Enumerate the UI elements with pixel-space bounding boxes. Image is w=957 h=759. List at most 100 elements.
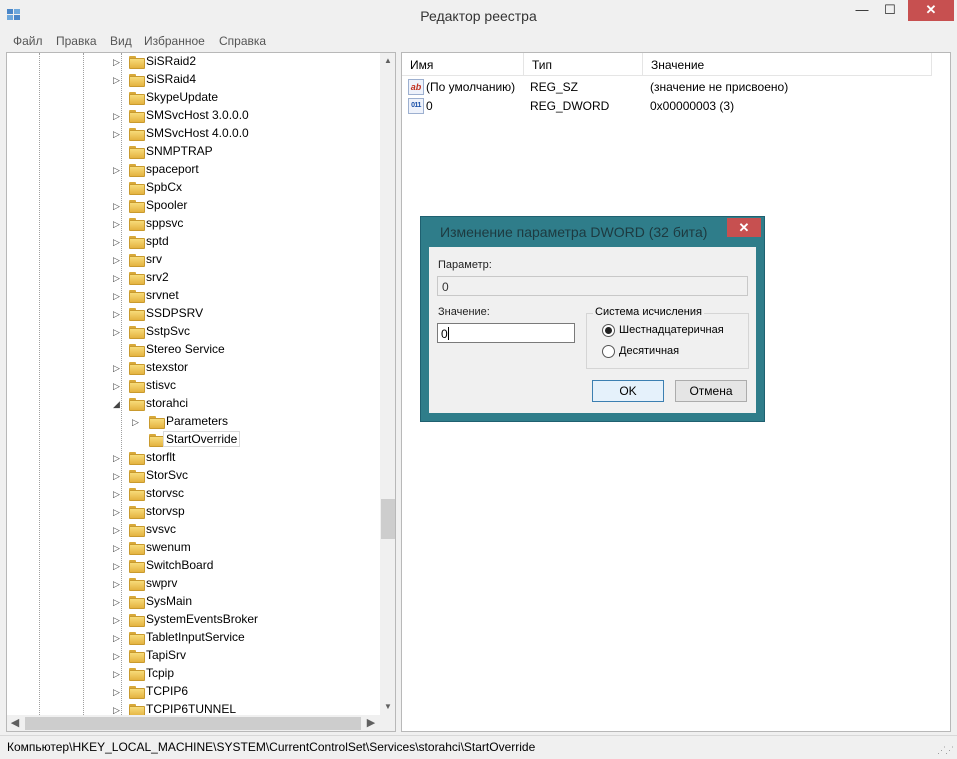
tree-item-label[interactable]: StartOverride <box>162 431 241 447</box>
value-row[interactable]: ab (По умолчанию) REG_SZ (значение не присв… <box>402 78 950 97</box>
expand-arrow-icon[interactable]: ▷ <box>113 634 122 643</box>
tree-item[interactable]: ▷ StorSvc <box>7 467 379 485</box>
expand-arrow-icon[interactable]: ▷ <box>113 328 122 337</box>
tree-item[interactable]: ▷ stisvc <box>7 377 379 395</box>
tree-item-label[interactable]: SMSvcHost 3.0.0.0 <box>144 108 251 122</box>
tree-item[interactable]: ▷ TabletInputService <box>7 629 379 647</box>
radio-button-checked-icon[interactable] <box>602 324 615 337</box>
tree-item[interactable]: ▷ SstpSvc <box>7 323 379 341</box>
expand-arrow-icon[interactable]: ▷ <box>113 616 122 625</box>
tree-item-label[interactable]: SysMain <box>144 594 194 608</box>
tree-item-label[interactable]: sptd <box>144 234 171 248</box>
tree-item-label[interactable]: TapiSrv <box>144 648 188 662</box>
close-window-button[interactable]: ✕ <box>908 0 954 21</box>
expand-arrow-icon[interactable]: ▷ <box>132 418 141 427</box>
resize-grip-icon[interactable]: ⋰⋰ <box>937 745 954 756</box>
expand-arrow-icon[interactable]: ▷ <box>113 472 122 481</box>
tree-item[interactable]: ▷ sppsvc <box>7 215 379 233</box>
tree-item-label[interactable]: storvsc <box>144 486 186 500</box>
tree-item-label[interactable]: srv <box>144 252 164 266</box>
tree-item[interactable]: ▷ SMSvcHost 4.0.0.0 <box>7 125 379 143</box>
tree-item-label[interactable]: storahci <box>144 396 190 410</box>
tree-item[interactable]: ▷ SMSvcHost 3.0.0.0 <box>7 107 379 125</box>
column-header-name[interactable]: Имя <box>402 53 524 76</box>
tree-item[interactable]: SkypeUpdate <box>7 89 379 107</box>
tree-item-label[interactable]: SkypeUpdate <box>144 90 220 104</box>
expand-arrow-icon[interactable]: ▷ <box>113 454 122 463</box>
value-data-input[interactable]: 0 <box>437 323 575 343</box>
tree-item-label[interactable]: Tcpip <box>144 666 176 680</box>
tree-item-label[interactable]: srv2 <box>144 270 171 284</box>
tree-item[interactable]: ▷ SiSRaid2 <box>7 53 379 71</box>
tree-item[interactable]: ▷ storflt <box>7 449 379 467</box>
tree-item-label[interactable]: sppsvc <box>144 216 185 230</box>
tree-item-label[interactable]: Stereo Service <box>144 342 227 356</box>
tree-item-label[interactable]: storvsp <box>144 504 187 518</box>
tree-item[interactable]: StartOverride <box>7 431 379 449</box>
tree-item[interactable]: ◢ storahci <box>7 395 379 413</box>
expand-arrow-icon[interactable]: ▷ <box>113 598 122 607</box>
registry-tree[interactable]: ▷ SiSRaid2 ▷ SiSRaid4 SkypeUpdate ▷ SMSvcHost … <box>6 52 396 732</box>
expand-arrow-icon[interactable]: ▷ <box>113 274 122 283</box>
tree-item[interactable]: ▷ storvsc <box>7 485 379 503</box>
tree-item-label[interactable]: stexstor <box>144 360 190 374</box>
expand-arrow-icon[interactable]: ▷ <box>113 220 122 229</box>
tree-item-label[interactable]: SSDPSRV <box>144 306 205 320</box>
expand-arrow-icon[interactable]: ▷ <box>113 562 122 571</box>
tree-item[interactable]: ▷ SiSRaid4 <box>7 71 379 89</box>
tree-item[interactable]: ▷ srv <box>7 251 379 269</box>
tree-item-label[interactable]: SMSvcHost 4.0.0.0 <box>144 126 251 140</box>
tree-item-label[interactable]: SiSRaid2 <box>144 54 198 68</box>
column-header-type[interactable]: Тип <box>524 53 643 76</box>
horizontal-scroll-thumb[interactable] <box>25 717 361 730</box>
expand-arrow-icon[interactable]: ▷ <box>113 508 122 517</box>
tree-item[interactable]: ▷ Spooler <box>7 197 379 215</box>
expand-arrow-icon[interactable]: ▷ <box>113 364 122 373</box>
tree-item[interactable]: ▷ sptd <box>7 233 379 251</box>
collapse-arrow-icon[interactable]: ◢ <box>113 400 122 409</box>
tree-item-label[interactable]: SNMPTRAP <box>144 144 215 158</box>
expand-arrow-icon[interactable]: ▷ <box>113 382 122 391</box>
tree-item-label[interactable]: spaceport <box>144 162 201 176</box>
tree-item[interactable]: ▷ storvsp <box>7 503 379 521</box>
expand-arrow-icon[interactable]: ▷ <box>113 130 122 139</box>
tree-item-label[interactable]: SiSRaid4 <box>144 72 198 86</box>
tree-vertical-scrollbar[interactable]: ▲ ▼ <box>380 53 395 715</box>
tree-item[interactable]: ▷ SysMain <box>7 593 379 611</box>
expand-arrow-icon[interactable]: ▷ <box>113 310 122 319</box>
tree-item-label[interactable]: svsvc <box>144 522 178 536</box>
tree-item-label[interactable]: swprv <box>144 576 179 590</box>
expand-arrow-icon[interactable]: ▷ <box>113 202 122 211</box>
tree-item-label[interactable]: Parameters <box>164 414 230 428</box>
tree-item[interactable]: ▷ svsvc <box>7 521 379 539</box>
tree-item-label[interactable]: stisvc <box>144 378 178 392</box>
expand-arrow-icon[interactable]: ▷ <box>113 490 122 499</box>
tree-item-label[interactable]: storflt <box>144 450 177 464</box>
tree-item-label[interactable]: SstpSvc <box>144 324 192 338</box>
tree-item[interactable]: ▷ srv2 <box>7 269 379 287</box>
menu-edit[interactable]: Правка <box>56 34 97 48</box>
expand-arrow-icon[interactable]: ▷ <box>113 292 122 301</box>
dialog-close-button[interactable]: ✕ <box>727 218 761 237</box>
expand-arrow-icon[interactable]: ▷ <box>113 706 122 715</box>
menu-favorites[interactable]: Избранное <box>144 34 205 48</box>
tree-item-label[interactable]: SwitchBoard <box>144 558 215 572</box>
tree-item-label[interactable]: SystemEventsBroker <box>144 612 260 626</box>
cancel-button[interactable]: Отмена <box>675 380 747 402</box>
tree-item[interactable]: ▷ srvnet <box>7 287 379 305</box>
scroll-right-arrow[interactable]: ▶ <box>363 715 379 731</box>
tree-item-label[interactable]: SpbCx <box>144 180 184 194</box>
tree-item[interactable]: ▷ Parameters <box>7 413 379 431</box>
tree-item[interactable]: SNMPTRAP <box>7 143 379 161</box>
tree-item[interactable]: ▷ stexstor <box>7 359 379 377</box>
expand-arrow-icon[interactable]: ▷ <box>113 238 122 247</box>
menu-view[interactable]: Вид <box>110 34 132 48</box>
tree-item[interactable]: ▷ spaceport <box>7 161 379 179</box>
menu-help[interactable]: Справка <box>219 34 266 48</box>
minimize-button[interactable]: — <box>848 0 876 21</box>
tree-item[interactable]: ▷ TapiSrv <box>7 647 379 665</box>
expand-arrow-icon[interactable]: ▷ <box>113 166 122 175</box>
tree-item[interactable]: Stereo Service <box>7 341 379 359</box>
ok-button[interactable]: OK <box>592 380 664 402</box>
tree-horizontal-scrollbar[interactable]: ◀ ▶ <box>7 715 380 731</box>
